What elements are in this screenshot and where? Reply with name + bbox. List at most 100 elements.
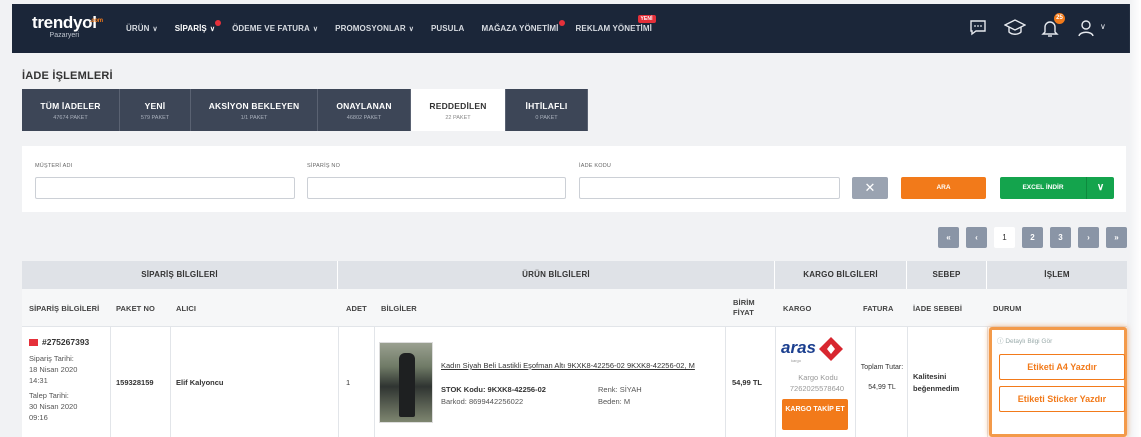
edge-fade <box>1129 0 1141 437</box>
table-column-header: SİPARİŞ BİLGİLERİ PAKET NO ALICI ADET Bİ… <box>22 289 1127 327</box>
chevron-down-icon: ∨ <box>152 26 158 33</box>
nav-item-label: SİPARİŞ <box>174 24 207 33</box>
group-cargo-info: KARGO BİLGİLERİ <box>775 261 907 289</box>
order-dates: Sipariş Tarihi: 18 Nisan 2020 14:31 Tale… <box>29 354 78 422</box>
chevron-down-icon: ∨ <box>1100 22 1106 31</box>
excel-download-button[interactable]: EXCEL İNDİR ∨ <box>1000 177 1114 199</box>
pagination: « ‹ 1 2 3 › » <box>931 227 1127 248</box>
order-no-label: SİPARİŞ NO <box>307 163 341 169</box>
header-actions: 25 ∨ <box>954 13 1110 38</box>
trendyol-logo[interactable]: trendyol .com Pazaryeri <box>32 14 103 40</box>
chevron-down-icon: ∨ <box>209 26 216 33</box>
graduation-cap-icon[interactable] <box>1003 18 1027 38</box>
tab-4[interactable]: REDDEDİLEN 22 PAKET <box>411 89 506 131</box>
col-buyer: ALICI <box>176 303 197 313</box>
tab-3[interactable]: ONAYLANAN 46802 PAKET <box>318 89 411 131</box>
barcode: Barkod: 8699442256022 <box>441 397 524 406</box>
notification-dot <box>558 20 565 26</box>
tab-title: AKSİYON BEKLEYEN <box>208 101 300 111</box>
col-status: DURUM <box>993 303 1022 313</box>
cargo-code-label: Kargo Kodu <box>798 373 838 382</box>
main-nav: ÜRÜN ∨ SİPARİŞ ∨ ÖDEME VE FATURA ∨ PROMOSYONLA… <box>126 4 669 53</box>
excel-download-label: EXCEL İNDİR <box>1022 184 1064 191</box>
tab-count: 1/1 PAKET <box>240 115 268 121</box>
tab-count: 46802 PAKET <box>346 115 382 121</box>
top-navbar: trendyol .com Pazaryeri ÜRÜN ∨ SİPARİŞ ∨ ÖDEM… <box>12 4 1130 53</box>
size: Beden: M <box>598 397 631 406</box>
detail-info-link[interactable]: ⓘ Detaylı Bilgi Gör <box>997 335 1052 345</box>
chevron-down-icon: ∨ <box>408 26 414 33</box>
tab-count: 22 PAKET <box>445 115 471 121</box>
invoice-total: 54,99 TL <box>868 384 896 391</box>
next-page-button[interactable]: › <box>1078 227 1099 248</box>
nav-item-6[interactable]: REKLAM YÖNETİMİ YENİ <box>575 15 656 33</box>
unit-price: 54,99 TL <box>732 378 763 387</box>
tab-0[interactable]: TÜM İADELER 47674 PAKET <box>22 89 120 131</box>
print-a4-label-button[interactable]: Etiketi A4 Yazdır <box>999 354 1125 380</box>
user-icon[interactable]: ∨ <box>1076 18 1110 38</box>
print-sticker-label-button[interactable]: Etiketi Sticker Yazdır <box>999 386 1125 412</box>
return-code-input[interactable] <box>579 177 840 199</box>
tab-5[interactable]: İHTİLAFLI 0 PAKET <box>506 89 588 131</box>
nav-item-label: REKLAM YÖNETİMİ <box>575 24 652 33</box>
nav-item-label: MAĞAZA YÖNETİMİ <box>481 24 559 33</box>
page-3-button[interactable]: 3 <box>1050 227 1071 248</box>
chat-icon[interactable] <box>968 18 990 38</box>
group-action: İŞLEM <box>1044 270 1070 279</box>
nav-item-1[interactable]: SİPARİŞ ∨ <box>174 20 222 33</box>
col-details: BİLGİLER <box>381 303 417 313</box>
group-reason: SEBEP <box>907 261 987 289</box>
buyer-name: Elif Kalyoncu <box>176 378 224 387</box>
nav-item-4[interactable]: PUSULA <box>431 24 465 33</box>
nav-item-3[interactable]: PROMOSYONLAR ∨ <box>335 24 414 33</box>
page-title: İADE İŞLEMLERİ <box>22 70 113 82</box>
nav-item-2[interactable]: ÖDEME VE FATURA ∨ <box>232 24 318 33</box>
last-page-button[interactable]: » <box>1106 227 1127 248</box>
table-group-header: SİPARİŞ BİLGİLERİ ÜRÜN BİLGİLERİ KARGO B… <box>22 261 1127 289</box>
invoice-label: Toplam Tutar: <box>860 364 904 371</box>
chevron-down-icon: ∨ <box>312 26 319 33</box>
tab-count: 0 PAKET <box>535 115 558 121</box>
col-invoice: FATURA <box>863 303 894 313</box>
nav-item-0[interactable]: ÜRÜN ∨ <box>126 24 158 33</box>
product-name-link[interactable]: Kadın Siyah Beli Lastikli Eşofman Altı 9… <box>441 361 721 371</box>
product-image[interactable] <box>379 342 433 423</box>
screen: trendyol .com Pazaryeri ÜRÜN ∨ SİPARİŞ ∨ ÖDEM… <box>0 0 1141 437</box>
page-2-button[interactable]: 2 <box>1022 227 1043 248</box>
prev-page-button[interactable]: ‹ <box>966 227 987 248</box>
tab-title: TÜM İADELER <box>40 101 101 111</box>
page-1-button[interactable]: 1 <box>994 227 1015 248</box>
bell-icon[interactable]: 25 <box>1040 13 1065 38</box>
col-order-info: SİPARİŞ BİLGİLERİ <box>29 303 100 313</box>
returns-table: SİPARİŞ BİLGİLERİ ÜRÜN BİLGİLERİ KARGO B… <box>22 261 1127 437</box>
tab-title: YENİ <box>144 101 166 111</box>
package-number: 159328159 <box>116 378 154 387</box>
cargo-code: 7262025578640 <box>789 384 845 393</box>
nav-item-label: PUSULA <box>430 24 465 33</box>
group-order-info: SİPARİŞ BİLGİLERİ <box>22 261 338 289</box>
customer-name-input[interactable] <box>35 177 295 199</box>
order-number[interactable]: #275267393 <box>29 337 89 347</box>
notification-dot <box>215 20 222 26</box>
filter-panel: MÜŞTERİ ADI SİPARİŞ NO İADE KODU ✕ ARA E… <box>22 146 1126 212</box>
tab-2[interactable]: AKSİYON BEKLEYEN 1/1 PAKET <box>191 89 318 131</box>
tab-1[interactable]: YENİ 579 PAKET <box>120 89 191 131</box>
quantity: 1 <box>346 378 351 387</box>
col-cargo: KARGO <box>783 303 812 313</box>
cargo-track-button[interactable]: KARGO TAKİP ET <box>782 399 848 430</box>
order-no-input[interactable] <box>307 177 566 199</box>
search-button[interactable]: ARA <box>901 177 986 199</box>
nav-item-label: ÖDEME VE FATURA <box>232 24 310 33</box>
clear-filter-button[interactable]: ✕ <box>852 177 888 199</box>
nav-item-label: ÜRÜN <box>126 24 150 33</box>
nav-item-5[interactable]: MAĞAZA YÖNETİMİ <box>481 20 565 33</box>
return-code-label: İADE KODU <box>579 163 612 169</box>
return-reason: Kalitesini beğenmedim <box>913 372 960 393</box>
first-page-button[interactable]: « <box>938 227 959 248</box>
tab-title: ONAYLANAN <box>336 101 392 111</box>
status-tabs: TÜM İADELER 47674 PAKET YENİ 579 PAKET AKSİY… <box>22 89 588 131</box>
svg-text:kargo: kargo <box>791 358 802 363</box>
new-badge: YENİ <box>637 15 656 23</box>
tab-count: 579 PAKET <box>140 115 170 121</box>
chevron-down-icon[interactable]: ∨ <box>1086 177 1114 199</box>
